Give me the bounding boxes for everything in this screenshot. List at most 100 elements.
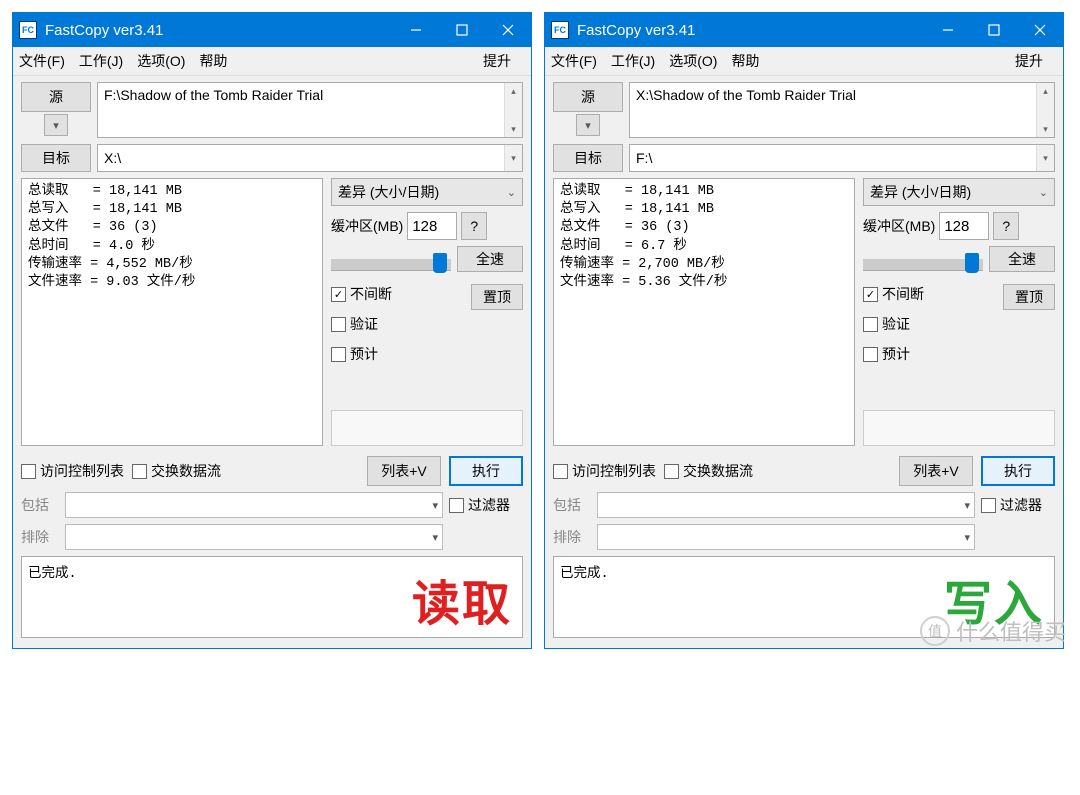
chevron-down-icon: ⌄	[507, 186, 516, 199]
buffer-help-button[interactable]: ?	[461, 212, 487, 240]
window-right: FC FastCopy ver3.41 文件(F) 工作(J) 选项(O) 帮助…	[544, 12, 1064, 649]
menubar: 文件(F) 工作(J) 选项(O) 帮助 提升	[545, 47, 1063, 76]
source-history-dropdown[interactable]: ▾	[44, 114, 68, 136]
target-button[interactable]: 目标	[21, 144, 91, 172]
speed-slider[interactable]	[331, 249, 451, 271]
buffer-label: 缓冲区(MB)	[331, 216, 403, 236]
menu-file[interactable]: 文件(F)	[551, 51, 597, 71]
close-button[interactable]	[1017, 13, 1063, 47]
mode-select-label: 差异 (大小/日期)	[870, 182, 971, 202]
chevron-down-icon: ▾	[53, 119, 59, 132]
menu-file[interactable]: 文件(F)	[19, 51, 65, 71]
minimize-button[interactable]	[925, 13, 971, 47]
maximize-button[interactable]	[439, 13, 485, 47]
titlebar[interactable]: FC FastCopy ver3.41	[13, 13, 531, 47]
window-left: FC FastCopy ver3.41 文件(F) 工作(J) 选项(O) 帮助…	[12, 12, 532, 649]
list-button[interactable]: 列表+V	[367, 456, 441, 486]
menu-job[interactable]: 工作(J)	[79, 51, 123, 71]
buffer-label: 缓冲区(MB)	[863, 216, 935, 236]
overlay-label-read: 读取	[412, 564, 512, 635]
right-panel: 差异 (大小/日期) ⌄ 缓冲区(MB) ? 全速	[863, 178, 1055, 446]
client-area: 源 ▾ ▴▾ 目标 ▾ 总读取 = 18,141 MB 总写入 = 18,141…	[545, 76, 1063, 648]
spacer-box	[331, 410, 523, 446]
include-combo[interactable]: ▾	[65, 492, 443, 518]
buffer-help-button[interactable]: ?	[993, 212, 1019, 240]
mode-select[interactable]: 差异 (大小/日期) ⌄	[331, 178, 523, 206]
source-button[interactable]: 源	[21, 82, 91, 112]
chevron-down-icon: ▾	[585, 119, 591, 132]
stats-output: 总读取 = 18,141 MB 总写入 = 18,141 MB 总文件 = 36…	[21, 178, 323, 446]
acl-checkbox[interactable]: 访问控制列表	[553, 461, 656, 481]
menu-help[interactable]: 帮助	[199, 51, 227, 71]
fullspeed-button[interactable]: 全速	[989, 246, 1055, 272]
menu-boost[interactable]: 提升	[483, 51, 511, 71]
menu-help[interactable]: 帮助	[731, 51, 759, 71]
verify-checkbox[interactable]: 验证	[331, 314, 392, 334]
maximize-button[interactable]	[971, 13, 1017, 47]
titlebar[interactable]: FC FastCopy ver3.41	[545, 13, 1063, 47]
exclude-combo[interactable]: ▾	[597, 524, 975, 550]
filter-checkbox[interactable]: 过滤器	[981, 492, 1055, 518]
verify-checkbox[interactable]: 验证	[863, 314, 924, 334]
source-history-dropdown[interactable]: ▾	[576, 114, 600, 136]
target-dropdown[interactable]: ▾	[1036, 145, 1054, 171]
target-button[interactable]: 目标	[553, 144, 623, 172]
slider-thumb-icon[interactable]	[965, 253, 979, 273]
source-input-wrap: ▴▾	[629, 82, 1055, 138]
buffer-input[interactable]	[407, 212, 457, 240]
ontop-button[interactable]: 置顶	[1003, 284, 1055, 310]
overlay-label-write: 写入	[944, 564, 1044, 635]
exclude-combo[interactable]: ▾	[65, 524, 443, 550]
filter-checkbox[interactable]: 过滤器	[449, 492, 523, 518]
source-input-wrap: ▴▾	[97, 82, 523, 138]
source-input[interactable]	[98, 83, 504, 137]
source-input[interactable]	[630, 83, 1036, 137]
mode-select[interactable]: 差异 (大小/日期) ⌄	[863, 178, 1055, 206]
stats-output: 总读取 = 18,141 MB 总写入 = 18,141 MB 总文件 = 36…	[553, 178, 855, 446]
include-combo[interactable]: ▾	[597, 492, 975, 518]
close-button[interactable]	[485, 13, 531, 47]
include-label: 包括	[553, 495, 591, 515]
log-output: 已完成. 读取	[21, 556, 523, 638]
execute-button[interactable]: 执行	[449, 456, 523, 486]
speed-slider[interactable]	[863, 249, 983, 271]
target-input[interactable]	[630, 145, 1036, 171]
altstream-checkbox[interactable]: 交换数据流	[132, 461, 221, 481]
estimate-checkbox[interactable]: 预计	[863, 344, 924, 364]
client-area: 源 ▾ ▴▾ 目标 ▾ 总读取 = 18,141 MB 总写入 = 18,141…	[13, 76, 531, 648]
log-output: 已完成. 写入	[553, 556, 1055, 638]
menu-job[interactable]: 工作(J)	[611, 51, 655, 71]
menu-options[interactable]: 选项(O)	[669, 51, 717, 71]
window-title: FastCopy ver3.41	[45, 22, 393, 39]
right-panel: 差异 (大小/日期) ⌄ 缓冲区(MB) ? 全速	[331, 178, 523, 446]
window-title: FastCopy ver3.41	[577, 22, 925, 39]
include-label: 包括	[21, 495, 59, 515]
target-input[interactable]	[98, 145, 504, 171]
target-dropdown[interactable]: ▾	[504, 145, 522, 171]
nonstop-checkbox[interactable]: ✓不间断	[863, 284, 924, 304]
acl-checkbox[interactable]: 访问控制列表	[21, 461, 124, 481]
buffer-input[interactable]	[939, 212, 989, 240]
source-scrollbar[interactable]: ▴▾	[504, 83, 522, 137]
minimize-button[interactable]	[393, 13, 439, 47]
execute-button[interactable]: 执行	[981, 456, 1055, 486]
estimate-checkbox[interactable]: 预计	[331, 344, 392, 364]
app-icon: FC	[551, 21, 569, 39]
target-input-wrap: ▾	[97, 144, 523, 172]
chevron-down-icon: ⌄	[1039, 186, 1048, 199]
fullspeed-button[interactable]: 全速	[457, 246, 523, 272]
altstream-checkbox[interactable]: 交换数据流	[664, 461, 753, 481]
nonstop-checkbox[interactable]: ✓不间断	[331, 284, 392, 304]
app-icon: FC	[19, 21, 37, 39]
slider-thumb-icon[interactable]	[433, 253, 447, 273]
menu-boost[interactable]: 提升	[1015, 51, 1043, 71]
exclude-label: 排除	[21, 527, 59, 547]
list-button[interactable]: 列表+V	[899, 456, 973, 486]
spacer-box	[863, 410, 1055, 446]
mode-select-label: 差异 (大小/日期)	[338, 182, 439, 202]
source-scrollbar[interactable]: ▴▾	[1036, 83, 1054, 137]
menu-options[interactable]: 选项(O)	[137, 51, 185, 71]
source-button[interactable]: 源	[553, 82, 623, 112]
exclude-label: 排除	[553, 527, 591, 547]
ontop-button[interactable]: 置顶	[471, 284, 523, 310]
